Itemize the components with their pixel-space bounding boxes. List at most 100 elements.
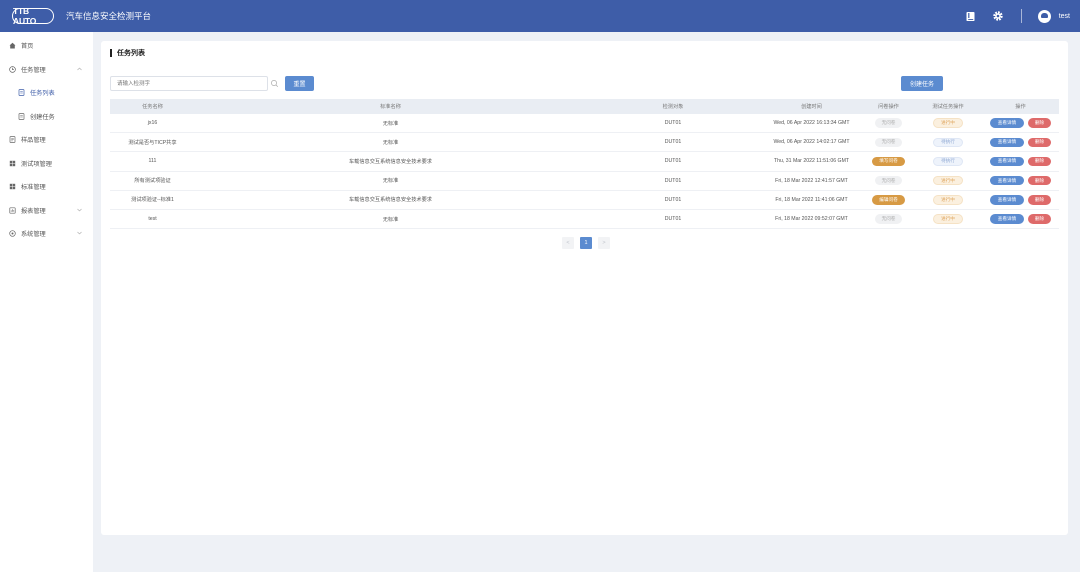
survey-status-badge: 无问卷 (874, 214, 903, 224)
sidebar-item-label: 任务列表 (30, 90, 55, 98)
sidebar-item-system-management[interactable]: 系统管理 (0, 222, 93, 246)
column-header: 任务名称 (142, 104, 163, 110)
sidebar-item-label: 系统管理 (21, 231, 46, 239)
task-table: 任务名称 标准名称 检测对象 创建时间 问卷操作 测试任务操作 操作 jx16 … (110, 99, 1059, 230)
settings-circle-icon (9, 230, 16, 237)
view-details-button[interactable]: 查看详情 (990, 118, 1024, 128)
test-status-badge[interactable]: 进行中 (933, 175, 963, 186)
clock-icon (9, 65, 16, 73)
document-icon (18, 89, 25, 97)
next-page-button[interactable]: > (598, 237, 610, 249)
view-details-button[interactable]: 查看详情 (990, 214, 1024, 224)
home-icon (9, 42, 16, 49)
target-cell: DUT01 (664, 139, 682, 146)
column-header: 问卷操作 (878, 104, 899, 110)
view-details-button[interactable]: 查看详情 (990, 175, 1024, 186)
page-title-text: 任务列表 (117, 50, 145, 57)
sidebar-item-label: 标准管理 (21, 184, 46, 192)
column-header: 操作 (1015, 104, 1026, 110)
sample-icon (9, 136, 16, 144)
grid-icon (9, 183, 16, 190)
sidebar-item-label: 任务管理 (21, 66, 46, 74)
sidebar-item-label: 测试项管理 (21, 160, 52, 168)
standard-name-cell: 无标准 (382, 178, 399, 185)
grid-icon (9, 160, 16, 167)
reset-button[interactable]: 重置 (285, 76, 314, 91)
title-accent-bar (110, 49, 112, 57)
target-cell: DUT01 (664, 216, 682, 223)
view-details-button[interactable]: 查看详情 (990, 137, 1024, 148)
table-row: 111 车载信息交互系统信息安全技术要求 DUT01 Thu, 31 Mar 2… (110, 152, 1059, 172)
task-name-cell: 测试项验证--标准1 (131, 197, 174, 204)
table-row: jx16 无标准 DUT01 Wed, 06 Apr 2022 16:13:34… (110, 114, 1059, 134)
table-row: 测试是否与TICP共享 无标准 DUT01 Wed, 06 Apr 2022 1… (110, 133, 1059, 153)
standard-name-cell: 无标准 (382, 120, 399, 127)
delete-button[interactable]: 删除 (1028, 214, 1051, 224)
sidebar: 首页 任务管理 任务列表 创建任务 样品管理 测试项管理 标准管理 报表管理 系… (0, 32, 93, 572)
delete-button[interactable]: 删除 (1028, 175, 1051, 186)
pagination: < 1 > (562, 237, 616, 249)
task-name-cell: 所有测试项验证 (134, 178, 171, 185)
username-label[interactable]: test (1059, 13, 1070, 20)
sidebar-item-label: 样品管理 (21, 137, 46, 145)
standard-name-cell: 车载信息交互系统信息安全技术要求 (348, 158, 432, 165)
chevron-up-icon (77, 66, 82, 73)
sidebar-item-label: 首页 (21, 43, 34, 51)
delete-button[interactable]: 删除 (1028, 195, 1051, 205)
page-number-button[interactable]: 1 (580, 237, 592, 249)
create-task-button[interactable]: 创建任务 (901, 76, 943, 91)
sidebar-item-task-management[interactable]: 任务管理 (0, 58, 93, 82)
brand-logo: TTB AUTO (12, 6, 54, 26)
edit-survey-button[interactable]: 编辑问卷 (872, 195, 905, 205)
chevron-down-icon (77, 230, 82, 237)
book-icon[interactable] (964, 9, 978, 23)
created-time-cell: Fri, 18 Mar 2022 12:41:57 GMT (775, 177, 848, 184)
created-time-cell: Wed, 06 Apr 2022 16:13:34 GMT (773, 120, 850, 127)
survey-status-badge: 无问卷 (874, 175, 903, 186)
fill-survey-button[interactable]: 填写问卷 (872, 156, 905, 167)
search-input[interactable] (110, 76, 268, 91)
main-card: 任务列表 重置 创建任务 任务名称 标准名称 检测对象 创建时间 问卷操作 测试… (101, 41, 1068, 535)
table-row: test 无标准 DUT01 Fri, 18 Mar 2022 09:52:07… (110, 210, 1059, 230)
sidebar-item-home[interactable]: 首页 (0, 34, 93, 58)
table-row: 测试项验证--标准1 车载信息交互系统信息安全技术要求 DUT01 Fri, 1… (110, 191, 1059, 210)
sidebar-item-test-item-management[interactable]: 测试项管理 (0, 152, 93, 176)
delete-button[interactable]: 删除 (1028, 156, 1051, 167)
view-details-button[interactable]: 查看详情 (990, 195, 1024, 205)
sidebar-item-standard-management[interactable]: 标准管理 (0, 175, 93, 199)
test-status-badge[interactable]: 进行中 (933, 214, 963, 224)
test-status-badge[interactable]: 待执行 (933, 137, 963, 148)
created-time-cell: Fri, 18 Mar 2022 09:52:07 GMT (775, 216, 848, 223)
report-icon (9, 207, 16, 214)
task-name-cell: test (148, 216, 157, 223)
header-divider (1020, 9, 1022, 23)
standard-name-cell: 无标准 (382, 216, 399, 223)
view-details-button[interactable]: 查看详情 (990, 156, 1024, 167)
standard-name-cell: 车载信息交互系统信息安全技术要求 (348, 197, 432, 204)
document-icon (18, 113, 25, 120)
sidebar-item-create-task[interactable]: 创建任务 (0, 105, 93, 129)
test-status-badge[interactable]: 待执行 (933, 156, 963, 167)
delete-button[interactable]: 删除 (1028, 137, 1051, 148)
prev-page-button[interactable]: < (562, 237, 574, 249)
test-status-badge[interactable]: 进行中 (933, 195, 963, 205)
avatar-icon[interactable] (1037, 9, 1051, 23)
sidebar-item-sample-management[interactable]: 样品管理 (0, 128, 93, 152)
column-header: 标准名称 (380, 104, 401, 110)
task-name-cell: 111 (148, 158, 157, 165)
sidebar-item-task-list[interactable]: 任务列表 (0, 81, 93, 105)
gear-icon[interactable] (991, 9, 1005, 23)
top-header: TTB AUTO 汽车信息安全检测平台 test (0, 0, 1080, 32)
delete-button[interactable]: 删除 (1028, 118, 1051, 128)
page-title: 任务列表 (110, 48, 145, 58)
sidebar-item-label: 创建任务 (30, 113, 55, 121)
sidebar-item-report-management[interactable]: 报表管理 (0, 199, 93, 223)
target-cell: DUT01 (664, 120, 682, 127)
target-cell: DUT01 (664, 158, 682, 165)
search-icon[interactable] (270, 79, 279, 88)
table-header-row: 任务名称 标准名称 检测对象 创建时间 问卷操作 测试任务操作 操作 (110, 99, 1059, 114)
header-toolbar: test (951, 0, 1070, 32)
column-header: 创建时间 (801, 104, 822, 110)
test-status-badge[interactable]: 进行中 (933, 118, 963, 128)
task-name-cell: 测试是否与TICP共享 (128, 139, 177, 146)
